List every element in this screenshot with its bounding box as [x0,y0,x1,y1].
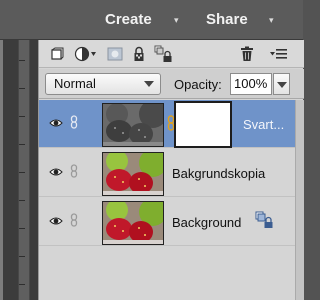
layer-mask-thumbnail[interactable] [174,101,232,148]
visibility-eye-icon[interactable] [49,165,63,179]
link-icon[interactable] [70,164,78,178]
lock-transparency-icon[interactable] [129,44,149,64]
ruler-tick [19,172,25,173]
opacity-label: Opacity: [174,77,222,92]
opacity-dropdown-button[interactable] [273,73,290,95]
layers-scrollbar[interactable] [295,100,304,300]
canvas-edge [0,40,3,300]
ruler-tick [19,228,25,229]
opacity-input[interactable]: 100% [230,73,272,95]
lock-all-icon[interactable] [153,44,173,64]
trash-icon[interactable] [237,44,257,64]
panel-menu-icon[interactable] [269,44,289,64]
layer-row-background[interactable]: Background [39,198,304,246]
blend-mode-select[interactable]: Normal [45,73,161,95]
opacity-arrow-icon [277,82,287,88]
top-bar: Create ▾ Share ▾ [0,0,303,40]
visibility-eye-icon[interactable] [49,214,63,228]
ruler-tick [19,200,25,201]
create-caret-icon[interactable]: ▾ [174,15,179,26]
layer-thumbnail [102,103,164,147]
ruler-tick [19,284,25,285]
layer-name: Bakgrundskopia [172,166,266,181]
ruler-tick [19,144,25,145]
ruler-tick [19,256,25,257]
layer-thumbnail [102,152,164,196]
link-icon[interactable] [70,115,78,129]
vertical-ruler [18,40,30,300]
visibility-eye-icon[interactable] [49,116,63,130]
blend-mode-arrow-icon [144,81,154,87]
layer-options-row: Normal Opacity: 100% [39,69,304,99]
share-caret-icon[interactable]: ▾ [269,15,274,26]
layer-name: Background [172,215,242,230]
link-icon[interactable] [70,213,78,227]
blend-mode-value: Normal [54,76,96,91]
background-lock-icon[interactable] [255,211,273,229]
ruler-tick [19,60,25,61]
new-layer-icon[interactable] [47,44,67,64]
layers-toolbar [39,40,304,68]
layer-row-svart[interactable]: Svart... [39,100,304,148]
share-tab[interactable]: Share [206,11,248,28]
create-tab[interactable]: Create [105,11,152,28]
layer-row-bakgrundskopia[interactable]: Bakgrundskopia [39,149,304,197]
layer-mask-icon[interactable] [105,44,125,64]
layer-thumbnail [102,201,164,245]
ruler-tick [19,88,25,89]
layers-panel: Normal Opacity: 100% Svart... Bakgrundsk… [38,40,304,300]
ruler-tick [19,116,25,117]
layer-name: Svart... [243,117,285,132]
adjustment-layer-icon[interactable] [73,44,99,64]
